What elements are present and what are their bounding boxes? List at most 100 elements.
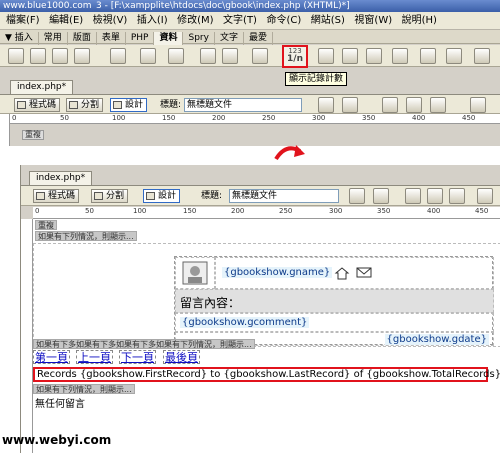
code-view-icon — [36, 192, 45, 200]
window-title: 3 - [F:\xampplite\htdocs\doc\gbook\index… — [96, 1, 350, 11]
record-count-line[interactable]: Records {gbookshow.FirstRecord} to {gboo… — [33, 367, 500, 382]
menu-site[interactable]: 網站(S) — [311, 12, 345, 30]
recordset-paging-icon[interactable] — [252, 48, 268, 64]
message-label: 留言內容： — [180, 296, 241, 310]
avatar-cell — [175, 257, 215, 289]
paging-show-if-tags[interactable]: 如果有下多如果有下多如果有下多如果有下列情況，則顯示... — [33, 339, 255, 349]
table-icon[interactable] — [30, 48, 46, 64]
validate-icon[interactable] — [470, 97, 486, 113]
bottom-window: index.php* 程式碼 分割 設計 標題: 無標題文件 0 50 100 … — [20, 165, 500, 453]
horizontal-ruler-2: 0 50 100 150 200 250 300 350 400 450 — [33, 207, 500, 219]
menu-modify[interactable]: 修改(M) — [177, 12, 213, 30]
import-data-icon[interactable] — [8, 48, 24, 64]
prev-page-link[interactable]: 上一頁 — [76, 350, 113, 364]
top-window: 3 - [F:\xampplite\htdocs\doc\gbook\index… — [0, 0, 500, 146]
xslt-icon[interactable] — [446, 48, 462, 64]
show-region-icon[interactable] — [222, 48, 238, 64]
menu-commands[interactable]: 命令(C) — [266, 12, 301, 30]
record-count-tooltip: 顯示記錄計數 — [285, 72, 348, 86]
insert-record-icon[interactable] — [342, 48, 358, 64]
design-view-icon — [113, 101, 122, 109]
menu-help[interactable]: 說明(H) — [402, 12, 437, 30]
record-count-button[interactable]: 123 1/n — [282, 45, 308, 68]
document-tab[interactable]: index.php* — [10, 80, 74, 94]
comment-cell: {gbookshow.gcomment} — [175, 313, 494, 332]
refresh-icon[interactable] — [382, 97, 398, 113]
document-tab-2[interactable]: index.php* — [29, 171, 93, 185]
design-canvas-2: 重複 如果有下列情況，則顯示... {gbookshow.gname} 留言內容… — [33, 219, 500, 453]
mail-icon[interactable] — [356, 265, 372, 279]
preview-browser-icon[interactable] — [342, 97, 358, 113]
empty-message: 無任何留言 — [35, 399, 85, 410]
view-options-icon[interactable] — [406, 97, 422, 113]
bottom-watermark: www.webyi.com — [2, 433, 112, 447]
gdate-binding[interactable]: {gbookshow.gdate} — [384, 334, 489, 345]
code-view-icon — [17, 101, 26, 109]
title-label-2: 標題: — [201, 191, 223, 201]
tab-spry[interactable]: Spry — [183, 32, 215, 45]
gcomment-binding[interactable]: {gbookshow.gcomment} — [180, 317, 310, 328]
tab-favorites[interactable]: 最愛 — [244, 32, 273, 45]
user-auth-icon[interactable] — [420, 48, 436, 64]
design-view-button-2[interactable]: 設計 — [143, 189, 181, 203]
code-view-button[interactable]: 程式碼 — [14, 98, 61, 112]
split-view-button-2[interactable]: 分割 — [91, 189, 129, 203]
file-management-icon[interactable] — [349, 188, 365, 204]
file-management-icon[interactable] — [318, 97, 334, 113]
tab-data[interactable]: 資料 — [154, 32, 184, 45]
visual-aids-icon[interactable] — [449, 188, 465, 204]
record-set-icon[interactable] — [110, 48, 126, 64]
master-detail-icon[interactable] — [318, 48, 334, 64]
document-toolbar-2: 程式碼 分割 設計 標題: 無標題文件 — [21, 185, 500, 206]
show-if-tag[interactable]: 如果有下列情況，則顯示... — [35, 231, 137, 241]
vertical-ruler — [0, 114, 10, 146]
menu-view[interactable]: 檢視(V) — [93, 12, 128, 30]
tab-php[interactable]: PHP — [126, 32, 155, 45]
delete-icon[interactable] — [474, 48, 490, 64]
repeat-region-icon[interactable] — [200, 48, 216, 64]
last-page-link[interactable]: 最後頁 — [163, 350, 200, 364]
name-cell: {gbookshow.gname} — [215, 257, 494, 289]
split-view-icon — [69, 101, 78, 109]
menu-edit[interactable]: 編輯(E) — [49, 12, 83, 30]
update-record-icon[interactable] — [366, 48, 382, 64]
code-view-button-2[interactable]: 程式碼 — [33, 189, 80, 203]
menu-insert[interactable]: 插入(I) — [137, 12, 168, 30]
command-icon[interactable] — [140, 48, 156, 64]
tab-text[interactable]: 文字 — [215, 32, 244, 45]
tab-layout[interactable]: 版面 — [68, 32, 97, 45]
menu-text[interactable]: 文字(T) — [223, 12, 257, 30]
first-page-link[interactable]: 第一頁 — [33, 350, 70, 364]
home-icon[interactable] — [334, 266, 350, 280]
repeat-region-tag[interactable]: 重複 — [35, 220, 57, 230]
split-view-button[interactable]: 分割 — [66, 98, 104, 112]
title-input[interactable]: 無標題文件 — [184, 98, 302, 112]
dynamic-table-icon[interactable] — [168, 48, 184, 64]
spry-table-icon[interactable] — [74, 48, 90, 64]
vertical-ruler-2 — [21, 219, 33, 453]
refresh-icon[interactable] — [405, 188, 421, 204]
avatar-icon — [182, 261, 208, 285]
design-canvas — [10, 125, 500, 146]
dynamic-data-icon[interactable] — [52, 48, 68, 64]
design-view-button[interactable]: 設計 — [110, 98, 148, 112]
insert-toggle[interactable]: ▼ 插入 — [0, 32, 39, 45]
design-view-icon — [146, 192, 155, 200]
repeat-region-tag[interactable]: 重複 — [22, 130, 44, 140]
validate-icon[interactable] — [477, 188, 493, 204]
visual-aids-icon[interactable] — [430, 97, 446, 113]
menu-window[interactable]: 視窗(W) — [354, 12, 392, 30]
tab-forms[interactable]: 表單 — [97, 32, 126, 45]
title-input-2[interactable]: 無標題文件 — [229, 189, 339, 203]
title-label: 標題: — [160, 100, 182, 110]
preview-browser-icon[interactable] — [373, 188, 389, 204]
insert-bar-tabs: ▼ 插入 常用 版面 表單 PHP 資料 Spry 文字 最愛 — [0, 30, 500, 45]
next-page-link[interactable]: 下一頁 — [119, 350, 156, 364]
gname-binding[interactable]: {gbookshow.gname} — [222, 267, 333, 278]
menu-bar: 檔案(F) 編輯(E) 檢視(V) 插入(I) 修改(M) 文字(T) 命令(C… — [0, 12, 500, 30]
delete-record-icon[interactable] — [392, 48, 408, 64]
tab-common[interactable]: 常用 — [39, 32, 68, 45]
menu-file[interactable]: 檔案(F) — [6, 12, 40, 30]
view-options-icon[interactable] — [427, 188, 443, 204]
show-if-empty-tag[interactable]: 如果有下列情況，則顯示... — [33, 384, 135, 394]
